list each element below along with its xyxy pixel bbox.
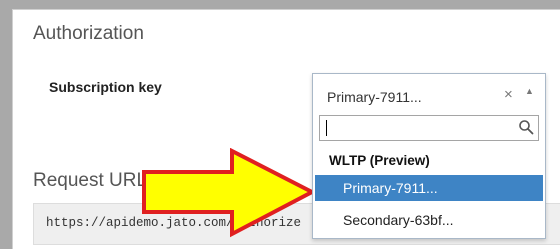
screenshot-stage: Authorization Subscription key Request U… [0,0,560,249]
dropdown-selected-value[interactable]: Primary-7911... [327,89,422,105]
option-secondary[interactable]: Secondary-63bf... [315,207,543,233]
option-primary[interactable]: Primary-7911... [315,175,543,201]
subscription-key-dropdown[interactable]: Primary-7911... × ▲ WLTP (Preview) Prima… [312,73,546,239]
option-group-label: WLTP (Preview) [329,153,430,168]
caret-up-icon[interactable]: ▲ [525,86,534,96]
search-icon [519,120,534,135]
dropdown-search-input[interactable] [319,115,539,141]
arrow-right-annotation-icon [142,148,317,238]
request-url-title: Request URL [33,170,148,191]
close-icon[interactable]: × [504,86,513,103]
text-cursor [326,120,327,136]
subscription-key-label: Subscription key [49,79,162,95]
authorization-title: Authorization [33,23,144,44]
